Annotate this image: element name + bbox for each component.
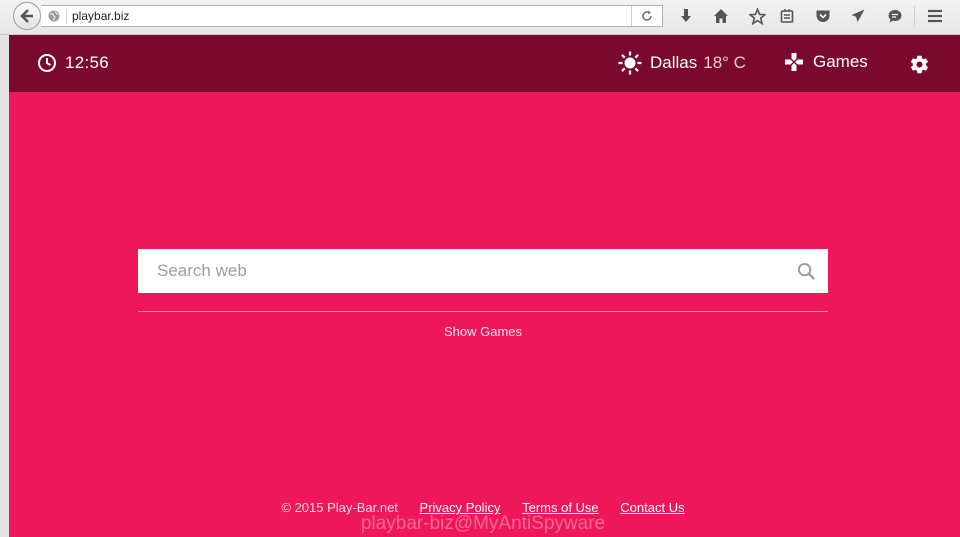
- search-input[interactable]: [138, 249, 778, 293]
- sun-icon: [618, 51, 642, 75]
- download-button[interactable]: [677, 7, 695, 25]
- url-separator: [66, 9, 67, 24]
- back-arrow-icon: [20, 9, 33, 23]
- browser-toolbar: playbar.biz: [0, 0, 960, 35]
- search-box: [138, 249, 828, 293]
- search-divider: [138, 311, 828, 312]
- menu-button[interactable]: [926, 7, 944, 25]
- back-button[interactable]: [13, 2, 41, 30]
- address-bar[interactable]: playbar.biz: [41, 5, 663, 27]
- pocket-icon: [816, 10, 830, 22]
- weather-city: Dallas: [650, 53, 698, 72]
- globe-icon: [48, 10, 60, 22]
- send-icon: [851, 9, 865, 22]
- url-text[interactable]: playbar.biz: [72, 9, 129, 23]
- weather-temperature: 18° C: [703, 53, 746, 72]
- reload-icon: [642, 10, 652, 21]
- chat-icon: [888, 10, 902, 23]
- chat-button[interactable]: [886, 7, 904, 25]
- menu-icon: [928, 9, 942, 23]
- gear-icon: [910, 55, 928, 73]
- show-games-link[interactable]: Show Games: [9, 324, 957, 339]
- search-icon: [797, 262, 815, 280]
- clock-icon: [38, 54, 56, 72]
- home-icon: [714, 9, 728, 23]
- settings-button[interactable]: [907, 52, 931, 76]
- home-button[interactable]: [712, 7, 730, 25]
- clock-widget: 12:56: [37, 53, 109, 73]
- top-bar: 12:56 Dallas 18° C Games: [9, 35, 960, 92]
- page-content: 12:56 Dallas 18° C Games Show Games © 20…: [9, 35, 960, 537]
- games-label: Games: [813, 52, 868, 71]
- bookmark-star-icon: [748, 7, 766, 25]
- pocket-button[interactable]: [814, 7, 832, 25]
- clock-time: 12:56: [65, 53, 110, 72]
- send-button[interactable]: [849, 7, 867, 25]
- gamepad-icon: [785, 53, 803, 71]
- search-button[interactable]: [796, 261, 816, 281]
- bookmark-button[interactable]: [748, 7, 766, 25]
- window-edge: [0, 35, 9, 537]
- watermark-text: playbar-biz@MyAntiSpyware: [360, 513, 606, 534]
- weather-widget[interactable]: Dallas 18° C: [618, 51, 746, 75]
- reload-button[interactable]: [631, 6, 662, 26]
- reading-list-icon: [780, 9, 794, 23]
- toolbar-separator: [914, 6, 915, 26]
- games-link[interactable]: Games: [784, 52, 868, 72]
- reading-list-button[interactable]: [778, 7, 796, 25]
- download-icon: [681, 9, 691, 22]
